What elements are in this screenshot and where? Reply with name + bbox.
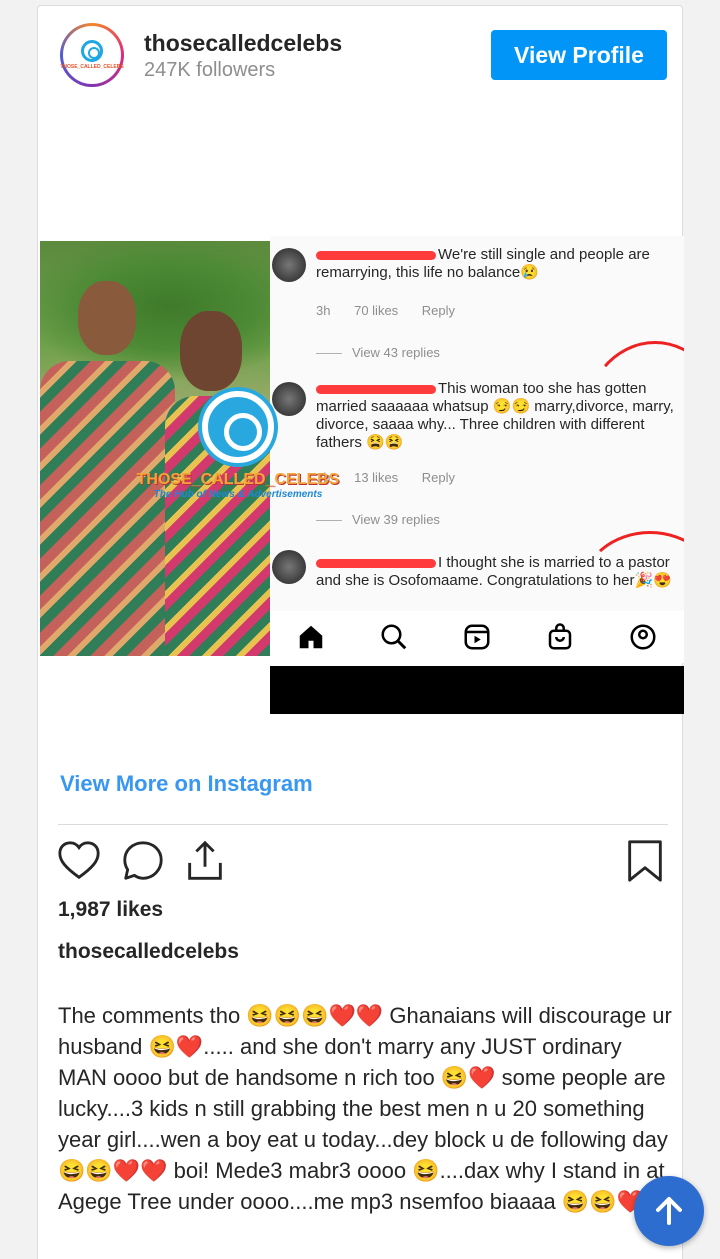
comment-bubble-icon[interactable] <box>120 838 166 884</box>
post-header: THOSE_CALLED_CELEBS thosecalledcelebs 24… <box>38 6 682 101</box>
commenter-avatar <box>272 550 306 584</box>
redaction-mark <box>316 250 436 260</box>
divider <box>58 824 668 825</box>
post-actions <box>56 838 668 888</box>
red-scribble <box>580 531 684 611</box>
shop-icon <box>548 623 572 650</box>
comment-reply-link: Reply <box>421 303 456 318</box>
view-profile-button[interactable]: View Profile <box>491 30 667 80</box>
search-icon <box>381 624 407 650</box>
like-heart-icon[interactable] <box>56 838 102 884</box>
likes-count: 1,987 likes <box>58 898 164 921</box>
home-icon <box>300 625 323 649</box>
bookmark-icon[interactable] <box>622 838 668 884</box>
red-scribble <box>580 341 684 521</box>
follower-count: 247K followers <box>144 59 276 81</box>
view-replies-link: View 43 replies <box>316 345 440 360</box>
commenter-avatar <box>272 248 306 282</box>
redaction-mark <box>316 558 436 568</box>
comment-likes: 70 likes <box>354 303 399 318</box>
comment-reply-link: Reply <box>421 470 456 485</box>
instagram-embed-card: THOSE_CALLED_CELEBS thosecalledcelebs 24… <box>37 5 684 1259</box>
instagram-nav-bar <box>270 611 684 663</box>
caption-username[interactable]: thosecalledcelebs <box>58 940 239 964</box>
scroll-to-top-button[interactable] <box>634 1176 704 1246</box>
brand-logo-icon <box>202 391 274 463</box>
profile-avatar[interactable]: THOSE_CALLED_CELEBS <box>60 23 124 87</box>
profile-icon <box>630 624 656 650</box>
watermark-title: THOSE_CALLED_CELEBS <box>136 471 340 488</box>
watermark-subtitle: The Hub of News & Advertisements <box>153 489 323 500</box>
share-icon[interactable] <box>182 838 228 884</box>
arrow-up-icon <box>656 1197 682 1225</box>
brand-logo-icon <box>81 40 103 62</box>
post-media[interactable]: We're still single and people are remarr… <box>38 216 684 716</box>
reels-icon <box>464 624 490 650</box>
post-caption: The comments tho 😆😆😆❤️❤️ Ghanaians will … <box>58 1003 672 1214</box>
comment-likes: 13 likes <box>354 470 399 485</box>
brand-watermark: THOSE_CALLED_CELEBS The Hub of News & Ad… <box>123 391 353 500</box>
comment-time: 3h <box>316 303 331 318</box>
profile-username[interactable]: thosecalledcelebs <box>144 30 342 57</box>
avatar-logo-text: THOSE_CALLED_CELEBS <box>60 64 124 70</box>
view-replies-link: View 39 replies <box>316 512 440 527</box>
redaction-bar <box>270 666 684 714</box>
view-more-link[interactable]: View More on Instagram <box>60 771 313 797</box>
